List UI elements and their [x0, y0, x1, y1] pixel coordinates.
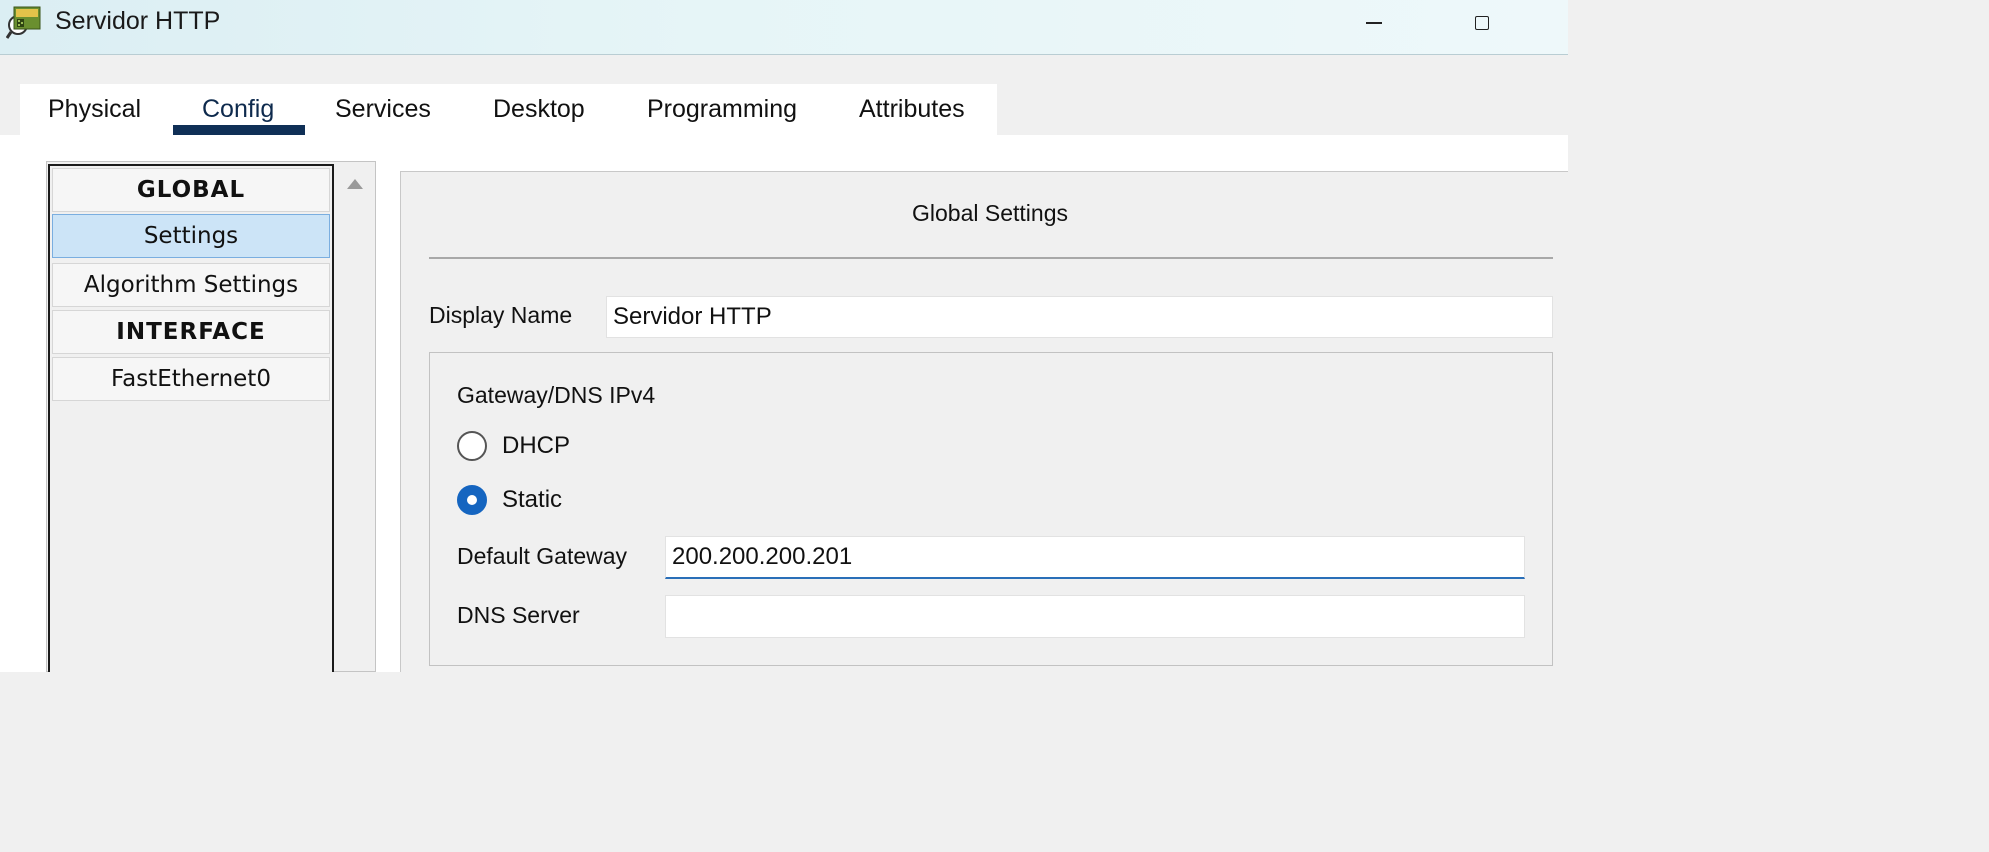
maximize-button[interactable]: [1452, 0, 1512, 45]
sidebar-header-interface: INTERFACE: [52, 310, 330, 354]
dns-server-input[interactable]: [665, 595, 1525, 638]
tab-physical[interactable]: Physical: [48, 84, 141, 135]
sidebar-item-fastethernet0[interactable]: FastEthernet0: [52, 357, 330, 401]
dhcp-label[interactable]: DHCP: [502, 432, 570, 460]
dhcp-radio[interactable]: [457, 431, 487, 461]
tab-attributes[interactable]: Attributes: [859, 84, 965, 135]
tab-programming[interactable]: Programming: [647, 84, 797, 135]
sidebar-item-algorithm-settings[interactable]: Algorithm Settings: [52, 263, 330, 307]
tab-services[interactable]: Services: [335, 84, 431, 135]
scroll-up-icon[interactable]: [345, 176, 365, 192]
static-radio[interactable]: [457, 485, 487, 515]
default-gateway-input[interactable]: [665, 536, 1525, 579]
display-name-input[interactable]: [606, 296, 1553, 338]
divider: [429, 257, 1553, 259]
dns-server-label: DNS Server: [457, 602, 580, 628]
sidebar-header-global: GLOBAL: [52, 168, 330, 212]
panel-title: Global Settings: [912, 200, 1068, 226]
active-tab-indicator: [173, 125, 305, 135]
window-title: Servidor HTTP: [55, 7, 221, 35]
minimize-icon: [1366, 21, 1382, 24]
display-name-label: Display Name: [429, 302, 573, 328]
maximize-icon: [1475, 15, 1489, 30]
sidebar-item-settings[interactable]: Settings: [52, 214, 330, 258]
tab-desktop[interactable]: Desktop: [493, 84, 585, 135]
packet-tracer-server-icon: [5, 3, 42, 41]
static-label[interactable]: Static: [502, 486, 562, 514]
minimize-button[interactable]: [1344, 0, 1404, 45]
gateway-group-title: Gateway/DNS IPv4: [457, 382, 656, 408]
title-bar: Servidor HTTP: [0, 0, 1568, 55]
default-gateway-label: Default Gateway: [457, 543, 628, 569]
